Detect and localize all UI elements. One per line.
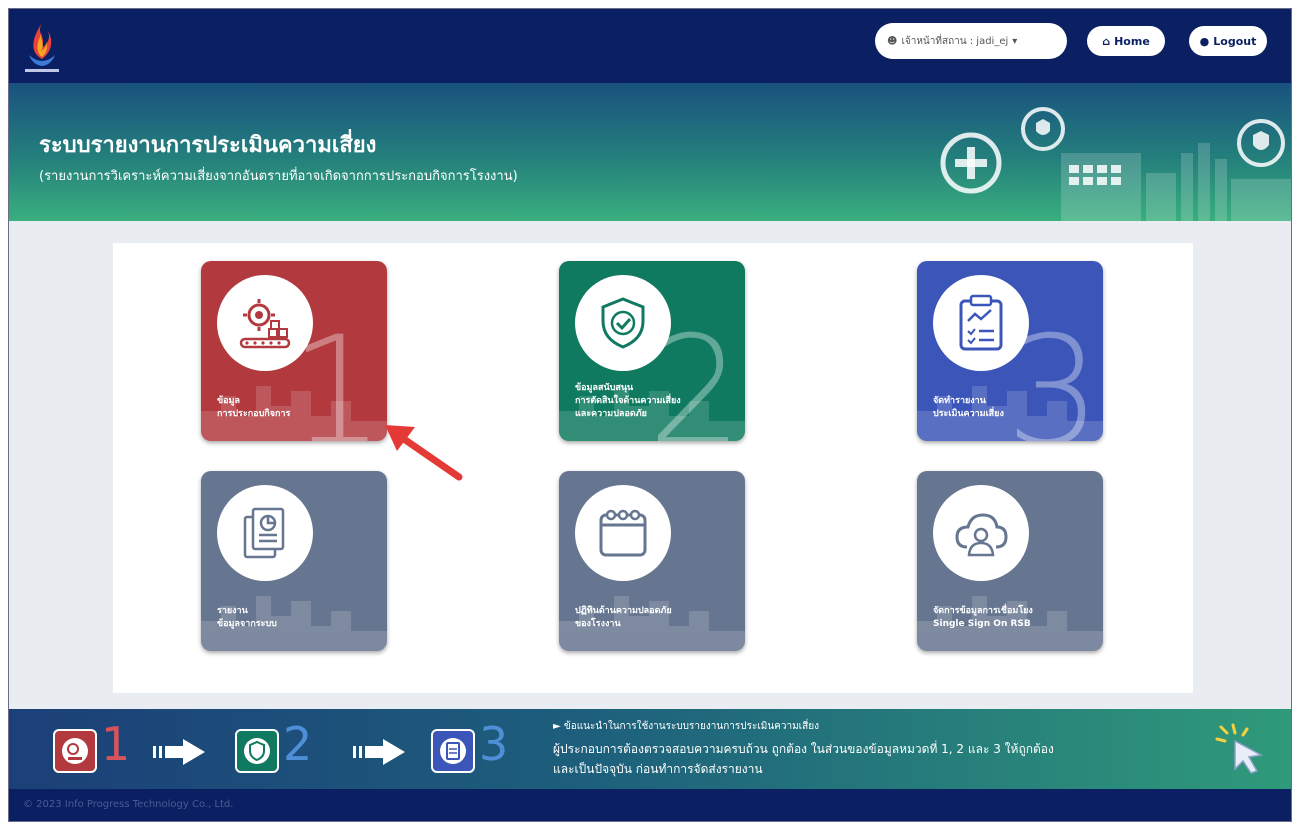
card-icon-circle xyxy=(575,485,671,581)
arrow-pointer-icon xyxy=(385,425,463,481)
menu-panel: 1 ข้อมูล การประกอบกิจการ 2 ข้อมูลสนับสนุ… xyxy=(113,243,1193,693)
card-label-line: ข้อมูลสนับสนุน xyxy=(575,383,634,393)
documents-chart-icon xyxy=(243,507,285,559)
card-decision-support[interactable]: 2 ข้อมูลสนับสนุน การตัดสินใจด้านความเสี่… xyxy=(559,261,745,441)
cloud-user-icon xyxy=(955,513,1008,557)
card-label: จัดทำรายงาน ประเมินความเสี่ยง xyxy=(933,395,1093,421)
card-label: จัดการข้อมูลการเชื่อมโยง Single Sign On … xyxy=(933,605,1093,631)
cursor-sparkle-icon xyxy=(1215,723,1264,774)
clipboard-chart-icon xyxy=(959,294,1003,351)
card-number: 3 xyxy=(1005,305,1101,441)
card-label-line: ข้อมูล xyxy=(217,396,241,406)
card-risk-report[interactable]: 3 จัดทำรายงาน ประเมินความเสี่ยง xyxy=(917,261,1103,441)
page-banner: ระบบรายงานการประเมินความเสี่ยง (รายงานกา… xyxy=(9,83,1291,221)
steps-guide: 1 2 3 ► ข้อแนะนำในการใช้งานระบบรายงานการ… xyxy=(9,709,1291,789)
top-navbar: ☻ เจ้าหน้าที่สถาน : jadi_ej ▾ ⌂ Home ● L… xyxy=(9,9,1291,83)
gear-conveyor-icon xyxy=(239,299,291,349)
card-system-report[interactable]: รายงาน ข้อมูลจากระบบ xyxy=(201,471,387,651)
step-3-number: 3 xyxy=(479,717,509,771)
logo-icon[interactable] xyxy=(21,19,63,77)
home-button-label: Home xyxy=(1114,34,1150,48)
user-icon: ☻ xyxy=(887,35,898,47)
page-title: ระบบรายงานการประเมินความเสี่ยง xyxy=(39,133,377,158)
card-label-line: ประเมินความเสี่ยง xyxy=(933,409,1004,419)
card-label: ปฏิทินด้านความปลอดภัย ของโรงงาน xyxy=(575,605,735,631)
home-button[interactable]: ⌂ Home xyxy=(1087,26,1165,56)
home-icon: ⌂ xyxy=(1102,34,1111,48)
tip-line: และเป็นปัจจุบัน ก่อนทำการจัดส่งรายงาน xyxy=(553,762,763,776)
chevron-down-icon: ▾ xyxy=(1012,35,1018,47)
card-label-line: Single Sign On RSB xyxy=(933,619,1031,629)
tip-heading: ► ข้อแนะนำในการใช้งานระบบรายงานการประเมิ… xyxy=(553,721,819,732)
step-2-icon xyxy=(235,729,279,773)
card-number: 2 xyxy=(647,305,743,441)
tip-line: ผู้ประกอบการต้องตรวจสอบความครบถ้วน ถูกต้… xyxy=(553,742,1054,756)
card-label-line: รายงาน xyxy=(217,606,248,616)
card-icon-circle xyxy=(933,485,1029,581)
card-label: ข้อมูล การประกอบกิจการ xyxy=(217,395,377,421)
power-icon: ● xyxy=(1199,34,1210,48)
logout-button-label: Logout xyxy=(1213,34,1257,48)
card-label-line: ของโรงงาน xyxy=(575,619,621,629)
card-safety-calendar[interactable]: ปฏิทินด้านความปลอดภัย ของโรงงาน xyxy=(559,471,745,651)
step-2-number: 2 xyxy=(283,717,313,771)
step-3-icon xyxy=(431,729,475,773)
user-dropdown-label: เจ้าหน้าที่สถาน : jadi_ej xyxy=(901,35,1009,47)
page-subtitle: (รายงานการวิเคราะห์ความเสี่ยงจากอันตรายท… xyxy=(39,169,518,184)
logout-button[interactable]: ● Logout xyxy=(1189,26,1267,56)
app-window: ☻ เจ้าหน้าที่สถาน : jadi_ej ▾ ⌂ Home ● L… xyxy=(8,8,1292,822)
copyright-text: © 2023 Info Progress Technology Co., Ltd… xyxy=(9,789,1291,821)
card-label-line: จัดทำรายงาน xyxy=(933,396,986,406)
card-label-line: ปฏิทินด้านความปลอดภัย xyxy=(575,606,672,616)
card-single-sign-on[interactable]: จัดการข้อมูลการเชื่อมโยง Single Sign On … xyxy=(917,471,1103,651)
card-label-line: และความปลอดภัย xyxy=(575,409,647,419)
shield-check-icon xyxy=(601,297,645,349)
card-label-line: การตัดสินใจด้านความเสี่ยง xyxy=(575,396,681,406)
card-business-info[interactable]: 1 ข้อมูล การประกอบกิจการ xyxy=(201,261,387,441)
arrow-right-icon xyxy=(353,739,405,765)
card-label: ข้อมูลสนับสนุน การตัดสินใจด้านความเสี่ยง… xyxy=(575,382,735,421)
card-icon-circle xyxy=(217,485,313,581)
user-dropdown[interactable]: ☻ เจ้าหน้าที่สถาน : jadi_ej ▾ xyxy=(875,23,1067,59)
card-number: 1 xyxy=(289,305,385,441)
card-label-line: ข้อมูลจากระบบ xyxy=(217,619,277,629)
card-label-line: การประกอบกิจการ xyxy=(217,409,291,419)
factory-illustration xyxy=(940,107,1291,221)
step-1-number: 1 xyxy=(101,717,131,771)
arrow-right-icon xyxy=(153,739,205,765)
calendar-icon xyxy=(599,509,647,557)
card-label-line: จัดการข้อมูลการเชื่อมโยง xyxy=(933,606,1033,616)
step-1-icon xyxy=(53,729,97,773)
card-label: รายงาน ข้อมูลจากระบบ xyxy=(217,605,377,631)
tip-body: ผู้ประกอบการต้องตรวจสอบความครบถ้วน ถูกต้… xyxy=(553,739,1203,779)
